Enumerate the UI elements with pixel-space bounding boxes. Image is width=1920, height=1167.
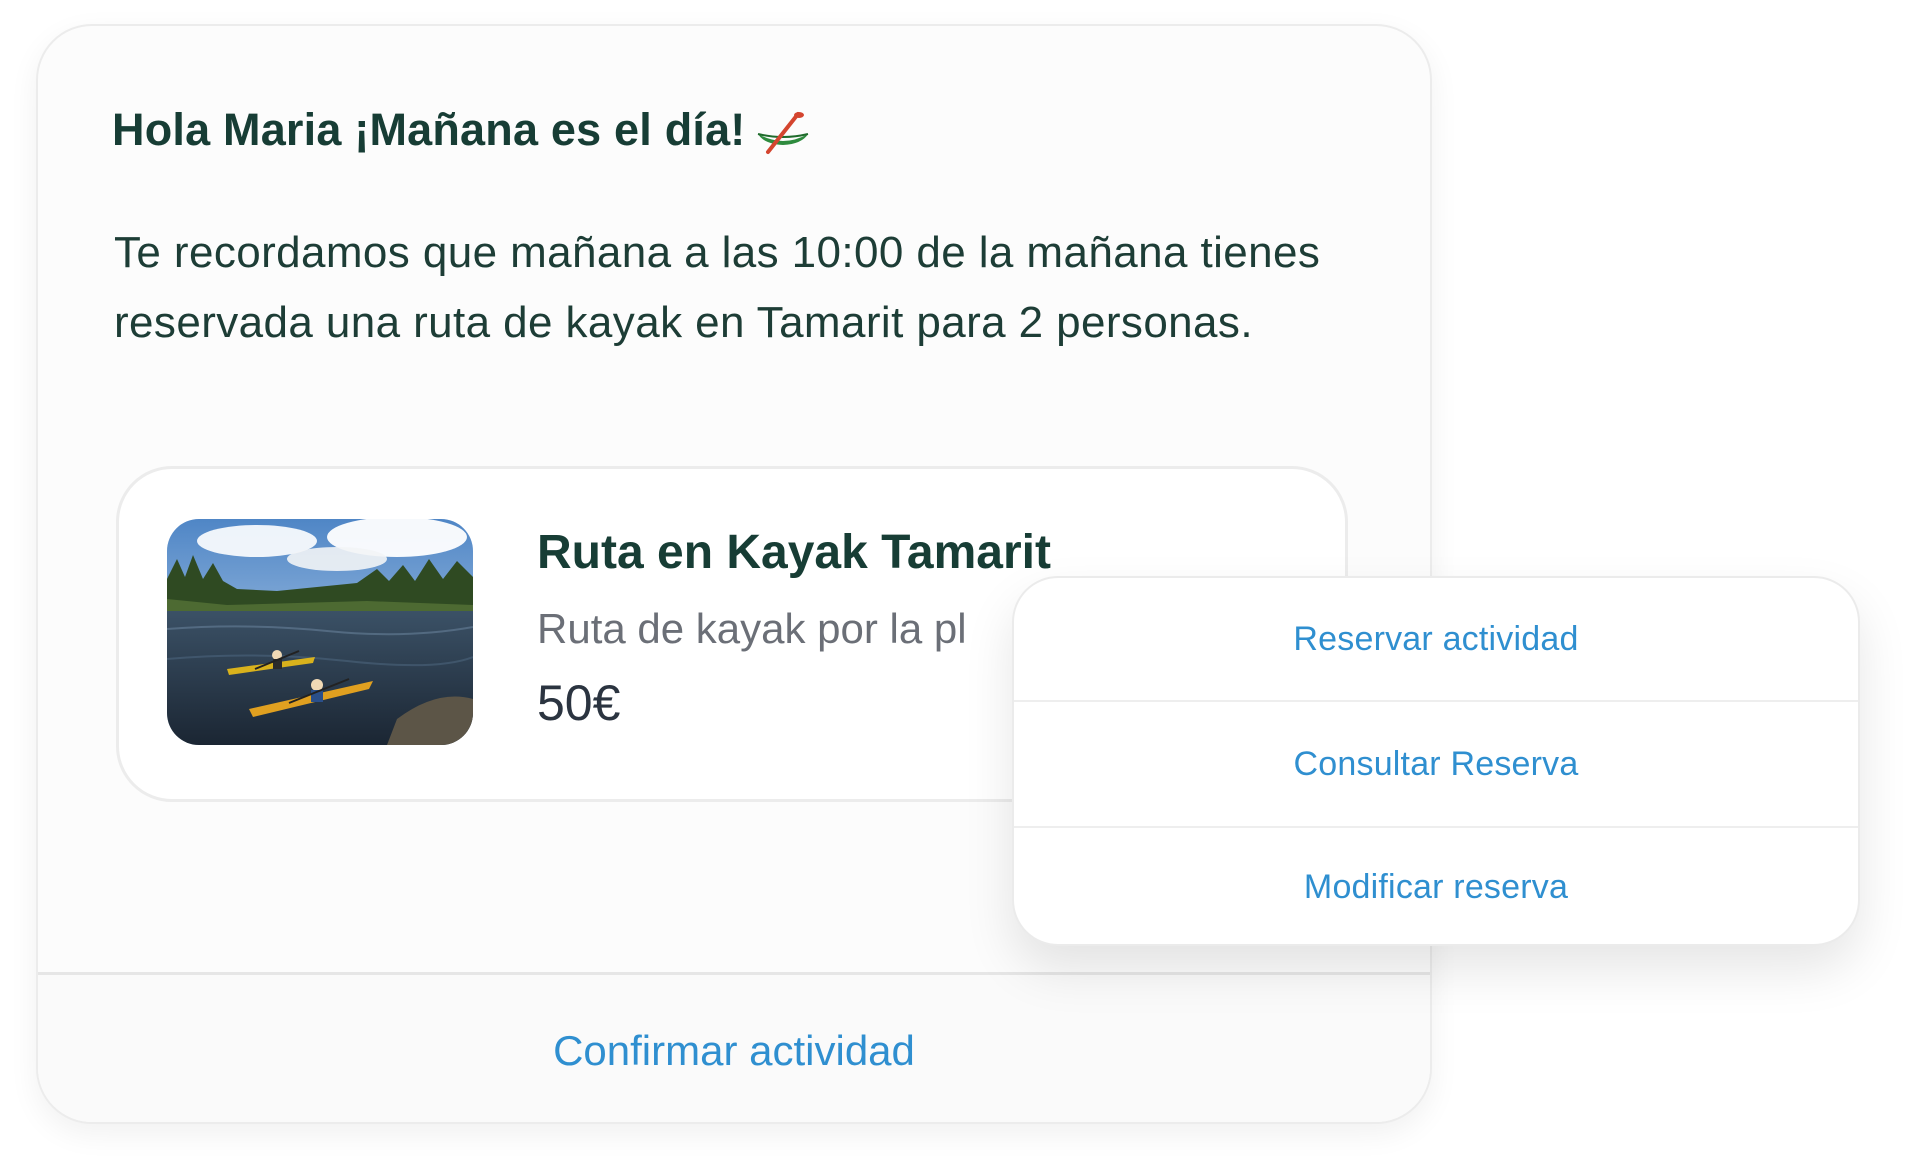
product-description: Ruta de kayak por la pl bbox=[537, 605, 967, 652]
message-greeting: Hola Maria ¡Mañana es el día! bbox=[112, 104, 812, 156]
greeting-text: Hola Maria ¡Mañana es el día! bbox=[112, 104, 746, 155]
kayak-river-photo bbox=[167, 519, 473, 745]
canoe-icon bbox=[754, 110, 812, 156]
menu-item-book-activity[interactable]: Reservar actividad bbox=[1014, 578, 1858, 702]
quick-reply-menu: Reservar actividad Consultar Reserva Mod… bbox=[1012, 576, 1860, 946]
message-card: Hola Maria ¡Mañana es el día! Te recorda… bbox=[36, 24, 1432, 1124]
product-title: Ruta en Kayak Tamarit bbox=[537, 526, 1051, 579]
product-price: 50€ bbox=[537, 675, 621, 731]
whatsapp-template-preview: Hola Maria ¡Mañana es el día! Te recorda… bbox=[0, 0, 1920, 1167]
menu-item-modify-booking[interactable]: Modificar reserva bbox=[1014, 828, 1858, 944]
confirm-activity-button[interactable]: Confirmar actividad bbox=[38, 975, 1430, 1122]
message-body: Te recordamos que mañana a las 10:00 de … bbox=[114, 228, 1321, 347]
message-footer: Confirmar actividad bbox=[38, 972, 1430, 1122]
menu-item-check-booking[interactable]: Consultar Reserva bbox=[1014, 702, 1858, 828]
